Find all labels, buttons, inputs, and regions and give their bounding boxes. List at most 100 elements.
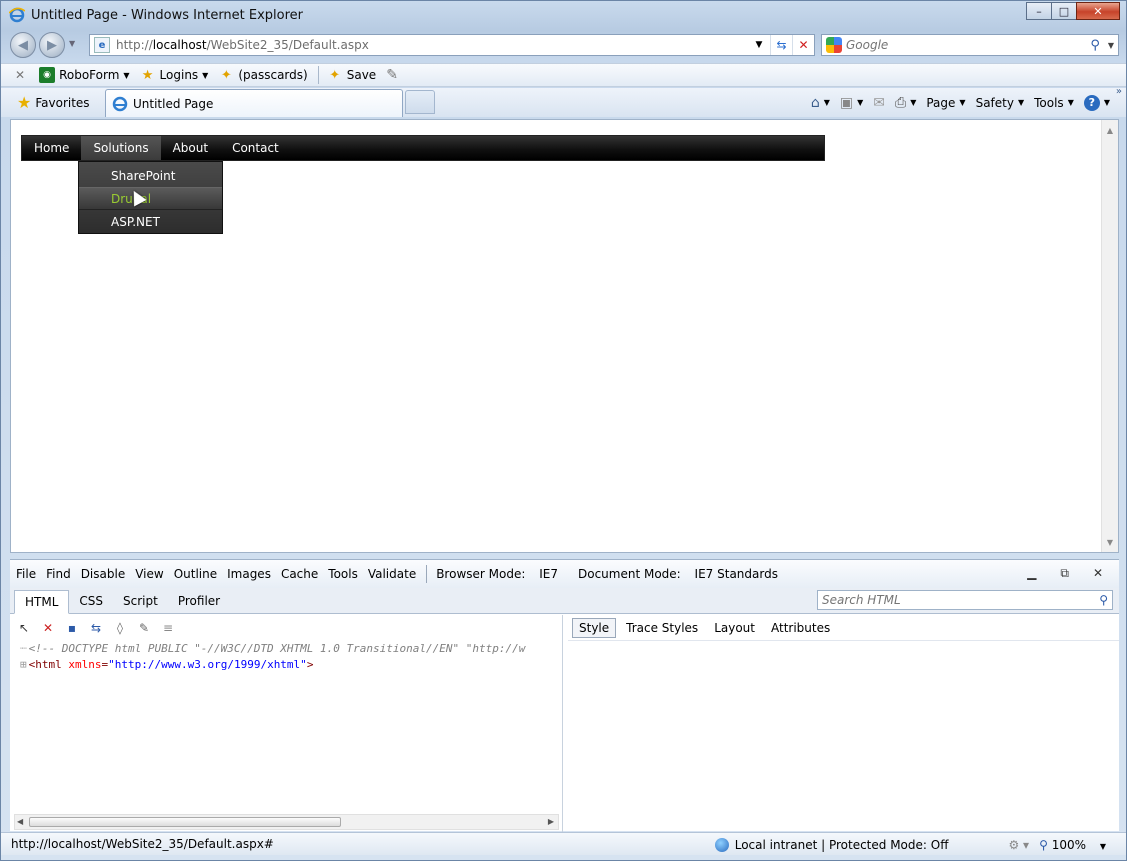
- save-button[interactable]: ✦ Save: [327, 67, 376, 83]
- menu-item-contact[interactable]: Contact: [220, 136, 291, 160]
- protected-mode-icon[interactable]: ⚙ ▾: [1008, 838, 1029, 852]
- devtools-menu-cache[interactable]: Cache: [281, 567, 318, 581]
- menu-item-solutions[interactable]: Solutions: [81, 136, 161, 160]
- submenu-item-sharepoint[interactable]: SharePoint: [79, 164, 222, 187]
- page-icon: e: [94, 37, 110, 53]
- word-wrap-icon[interactable]: ≡: [160, 620, 176, 636]
- style-pane: Style Trace Styles Layout Attributes: [568, 615, 1119, 832]
- devtools-close-icon[interactable]: ✕: [1093, 566, 1103, 581]
- dom-icon[interactable]: ◊: [112, 620, 128, 636]
- menu-item-about[interactable]: About: [161, 136, 220, 160]
- page-menu[interactable]: Page ▼: [926, 96, 965, 110]
- scroll-right-icon[interactable]: ▶: [548, 817, 554, 826]
- search-options-icon[interactable]: ▼: [1104, 41, 1118, 50]
- solutions-submenu: SharePoint Drupal ASP.NET: [78, 161, 223, 234]
- zoom-control[interactable]: ⚲ 100% ▼: [1039, 838, 1106, 852]
- devtools-menu-disable[interactable]: Disable: [81, 567, 126, 581]
- tab-html[interactable]: HTML: [14, 590, 70, 614]
- favorites-tab-row: ★ Favorites Untitled Page ⌂ ▼ ▣ ▼ ✉ ⎙ ▼ Pag…: [1, 86, 1126, 117]
- refresh-icon[interactable]: ⇆: [88, 620, 104, 636]
- scroll-up-icon[interactable]: ▲: [1102, 122, 1118, 138]
- scroll-down-icon[interactable]: ▼: [1102, 534, 1118, 550]
- doctype-node[interactable]: ┈ <!-- DOCTYPE html PUBLIC "-//W3C//DTD X…: [20, 641, 562, 657]
- feeds-button[interactable]: ▣ ▼: [840, 95, 863, 111]
- html-horizontal-scrollbar[interactable]: ◀ ▶: [14, 814, 559, 830]
- help-button[interactable]: ? ▼: [1083, 94, 1110, 111]
- tools-menu[interactable]: Tools ▼: [1034, 96, 1074, 110]
- clear-icon[interactable]: ✕: [40, 620, 56, 636]
- feeds-icon: ▣: [839, 94, 854, 111]
- tab-trace-styles[interactable]: Trace Styles: [620, 618, 704, 638]
- address-dropdown-icon[interactable]: ▼: [748, 35, 770, 55]
- tab-profiler[interactable]: Profiler: [168, 589, 230, 613]
- search-input[interactable]: [846, 38, 1087, 52]
- devtools-menu-find[interactable]: Find: [46, 567, 71, 581]
- scroll-left-icon[interactable]: ◀: [17, 817, 23, 826]
- logins-icon: ★: [141, 67, 154, 83]
- devtools-menu-tools[interactable]: Tools: [328, 567, 358, 581]
- tab-layout[interactable]: Layout: [708, 618, 761, 638]
- stop-icon[interactable]: ✕: [792, 35, 814, 55]
- logins-button[interactable]: ★ Logins ▼: [140, 67, 209, 83]
- tab-attributes[interactable]: Attributes: [765, 618, 836, 638]
- search-icon[interactable]: ⚲: [1099, 593, 1112, 607]
- new-tab-button[interactable]: [405, 90, 435, 114]
- pen-icon[interactable]: ✎: [386, 67, 398, 83]
- devtools-unpin-icon[interactable]: ⧉: [1060, 566, 1069, 581]
- print-button[interactable]: ⎙ ▼: [895, 95, 916, 111]
- close-toolbar-icon[interactable]: ✕: [15, 68, 25, 82]
- passcards-button[interactable]: ✦ (passcards): [218, 67, 308, 83]
- read-mail-button[interactable]: ✉: [873, 95, 885, 111]
- minimize-button[interactable]: –: [1026, 2, 1052, 20]
- search-box[interactable]: ⚲ ▼: [821, 34, 1119, 56]
- devtools-menu-outline[interactable]: Outline: [174, 567, 217, 581]
- roboform-icon: ◉: [39, 67, 56, 83]
- tab-style[interactable]: Style: [572, 617, 617, 638]
- document-mode-menu[interactable]: Document Mode: IE7 Standards: [578, 567, 788, 581]
- roboform-button[interactable]: ◉ RoboForm ▼: [39, 67, 130, 83]
- tab-script[interactable]: Script: [113, 589, 168, 613]
- scroll-thumb[interactable]: [29, 817, 341, 827]
- html-node[interactable]: ⊞ <html xmlns="http://www.w3.org/1999/xht…: [20, 657, 562, 673]
- forward-arrow-icon: ▶: [47, 37, 57, 53]
- tab-untitled-page[interactable]: Untitled Page: [105, 89, 403, 117]
- developer-tools-pane: File Find Disable View Outline Images Ca…: [10, 559, 1119, 832]
- save-icon[interactable]: ▪: [64, 620, 80, 636]
- refresh-icon[interactable]: ⇆: [770, 35, 792, 55]
- security-zone[interactable]: Local intranet | Protected Mode: Off: [714, 837, 948, 852]
- recent-pages-dropdown[interactable]: ▼: [69, 39, 75, 48]
- tab-css[interactable]: CSS: [69, 589, 113, 613]
- help-icon: ?: [1083, 94, 1100, 111]
- devtools-menu-file[interactable]: File: [16, 567, 36, 581]
- more-commands-icon[interactable]: »: [1116, 86, 1122, 97]
- devtools-menu-validate[interactable]: Validate: [368, 567, 416, 581]
- close-button[interactable]: ✕: [1076, 2, 1120, 20]
- devtools-menu-view[interactable]: View: [135, 567, 163, 581]
- submenu-item-aspnet[interactable]: ASP.NET: [79, 210, 222, 233]
- page-vertical-scrollbar[interactable]: ▲ ▼: [1101, 120, 1118, 552]
- favorites-button[interactable]: ★ Favorites: [17, 93, 90, 112]
- forward-button[interactable]: ▶: [39, 32, 65, 58]
- toolbar-separator: [317, 66, 319, 84]
- command-bar: ⌂ ▼ ▣ ▼ ✉ ⎙ ▼ Page ▼ Safety ▼ Tools ▼ ? ▼: [801, 88, 1110, 117]
- address-bar[interactable]: e http://localhost/WebSite2_35/Default.a…: [89, 34, 815, 56]
- roboform-toolbar: ✕ ◉ RoboForm ▼ ★ Logins ▼ ✦ (passcards) ✦ …: [1, 63, 1126, 87]
- maximize-button[interactable]: □: [1051, 2, 1077, 20]
- submenu-item-drupal[interactable]: Drupal: [79, 187, 222, 210]
- search-html-box[interactable]: ⚲: [817, 590, 1113, 610]
- address-url[interactable]: http://localhost/WebSite2_35/Default.asp…: [116, 38, 748, 52]
- devtools-minimize-icon[interactable]: ▁: [1027, 566, 1036, 581]
- safety-menu[interactable]: Safety ▼: [976, 96, 1025, 110]
- html-tree-pane: ↖ ✕ ▪ ⇆ ◊ ✎ ≡ ┈ <!-- DOCTYPE html PUBLIC …: [10, 615, 563, 832]
- window-controls: – □ ✕: [1026, 2, 1120, 20]
- edit-icon[interactable]: ✎: [136, 620, 152, 636]
- browser-mode-menu[interactable]: Browser Mode: IE7: [436, 567, 568, 581]
- menu-item-home[interactable]: Home: [22, 136, 81, 160]
- select-element-icon[interactable]: ↖: [16, 620, 32, 636]
- home-button[interactable]: ⌂ ▼: [811, 95, 830, 111]
- back-button[interactable]: ◀: [10, 32, 36, 58]
- devtools-menu-bar: File Find Disable View Outline Images Ca…: [10, 560, 1119, 588]
- search-html-input[interactable]: [818, 593, 1100, 607]
- devtools-menu-images[interactable]: Images: [227, 567, 271, 581]
- search-icon[interactable]: ⚲: [1086, 38, 1104, 53]
